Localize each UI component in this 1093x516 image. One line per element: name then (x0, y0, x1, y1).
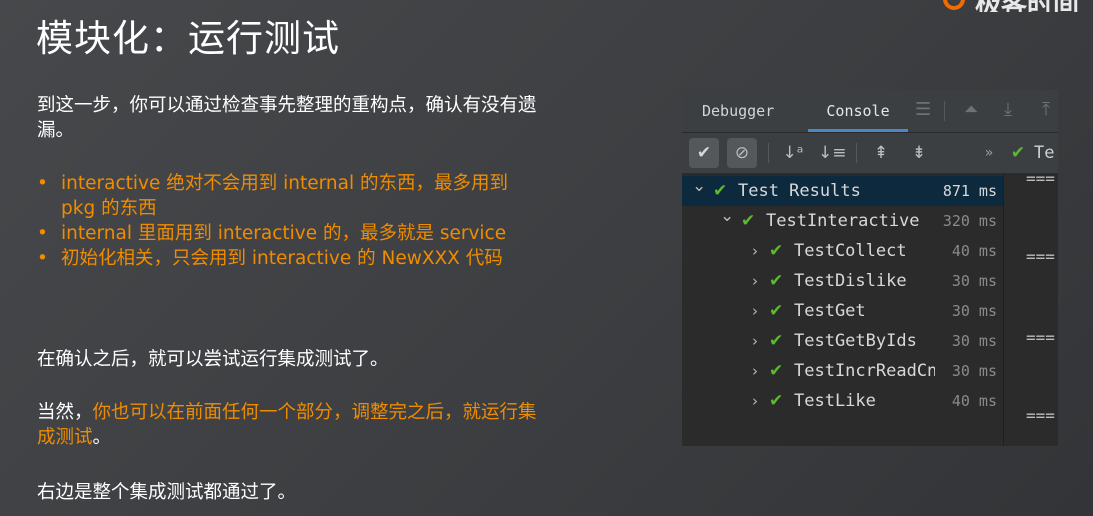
passed-check-icon: ✔ (769, 391, 784, 411)
console-line: === (1026, 169, 1055, 188)
tab-debugger[interactable]: Debugger (702, 90, 774, 132)
test-duration: 30 ms (951, 332, 997, 350)
chevron-right-icon[interactable]: › (748, 296, 762, 326)
console-line: === (1026, 247, 1055, 266)
passed-check-icon: ✔ (769, 361, 784, 381)
test-duration: 871 ms (942, 182, 997, 200)
console-output: === === === === (1004, 169, 1058, 446)
toolbar-separator (856, 143, 857, 163)
expand-all-icon[interactable]: ⇞ (868, 138, 894, 168)
test-duration: 30 ms (951, 302, 997, 320)
chevron-right-icon[interactable]: › (748, 356, 762, 386)
passed-check-icon: ✔ (769, 301, 784, 321)
console-line: === (1026, 328, 1055, 347)
chevron-down-icon[interactable]: ⌄ (692, 171, 706, 201)
tab-console[interactable]: Console (808, 90, 908, 132)
point-item: 初始化相关，只会用到 interactive 的 NewXXX 代码 (37, 246, 537, 271)
test-results-tree: ⌄ ✔ Test Results 871 ms ⌄ ✔ TestInteractive 320… (682, 176, 1003, 446)
more-chevron-icon[interactable]: » (980, 138, 998, 168)
test-result-row[interactable]: ⌄ ✔ TestInteractive 320 ms (682, 206, 1003, 236)
test-name: TestGet (794, 301, 866, 321)
test-runner-panel: Debugger Console ☰ ⏶ ⤓ ⤒ ✔ ⊘ ↓ᵃ ↓≡ ⇞ ⇟ »… (682, 90, 1058, 446)
console-line: === (1026, 406, 1055, 425)
test-result-row[interactable]: › ✔ TestGet 30 ms (682, 296, 1003, 326)
test-name: TestGetByIds (794, 331, 917, 351)
brand-logo: 极客时间 (935, 0, 1093, 12)
sort-duration-icon[interactable]: ↓≡ (818, 138, 847, 168)
chevron-right-icon[interactable]: › (748, 386, 762, 416)
tab-separator (944, 101, 945, 121)
also-text: 当然，你也可以在前面任何一个部分，调整完之后，就运行集成测试。 (37, 400, 537, 450)
test-duration: 40 ms (951, 242, 997, 260)
show-passed-toggle-icon[interactable]: ✔ (689, 138, 719, 168)
chevron-right-icon[interactable]: › (748, 266, 762, 296)
passed-check-icon: ✔ (769, 331, 784, 351)
toolbar-status-label: Te (1034, 143, 1055, 163)
test-duration: 320 ms (942, 212, 997, 230)
right-side-text: 右边是整个集成测试都通过了。 (37, 482, 297, 503)
also-suffix: 。 (92, 427, 112, 448)
chevron-right-icon[interactable]: › (748, 326, 762, 356)
chevron-right-icon[interactable]: › (748, 236, 762, 266)
intro-text: 到这一步，你可以通过检查事先整理的重构点，确认有没有遗漏。 (37, 95, 537, 141)
test-duration: 30 ms (951, 272, 997, 290)
upload-icon[interactable]: ⤒ (1042, 90, 1050, 132)
test-name: TestCollect (794, 241, 907, 261)
test-name: TestInteractive (766, 211, 920, 231)
scroll-up-icon[interactable]: ⏶ (964, 90, 978, 132)
point-item: internal 里面用到 interactive 的，最多就是 service (37, 221, 537, 246)
test-result-row[interactable]: › ✔ TestCollect 40 ms (682, 236, 1003, 266)
test-name: TestLike (794, 391, 876, 411)
test-result-row[interactable]: › ✔ TestLike 40 ms (682, 386, 1003, 416)
test-duration: 40 ms (951, 392, 997, 410)
test-toolbar: ✔ ⊘ ↓ᵃ ↓≡ ⇞ ⇟ » ✔ Te (682, 133, 1058, 173)
download-icon[interactable]: ⤓ (1004, 90, 1012, 132)
point-item: interactive 绝对不会用到 internal 的东西，最多用到 pkg… (37, 171, 537, 221)
test-duration: 30 ms (951, 362, 997, 380)
point-list: interactive 绝对不会用到 internal 的东西，最多用到 pkg… (37, 171, 537, 271)
logo-text: 极客时间 (975, 0, 1079, 12)
sort-alphabetically-icon[interactable]: ↓ᵃ (780, 138, 806, 168)
toolbar-separator (768, 143, 769, 163)
also-highlight: 你也可以在前面任何一个部分，调整完之后，就运行集成测试 (37, 402, 537, 448)
passed-check-icon: ✔ (769, 241, 784, 261)
test-name: Test Results (738, 181, 861, 201)
collapse-all-icon[interactable]: ⇟ (906, 138, 932, 168)
also-prefix: 当然， (37, 402, 93, 423)
after-confirm-text: 在确认之后，就可以尝试运行集成测试了。 (37, 349, 389, 370)
test-result-row[interactable]: › ✔ TestIncrReadCnt 30 ms (682, 356, 1003, 386)
menu-icon[interactable]: ☰ (915, 90, 931, 132)
test-result-row[interactable]: › ✔ TestDislike 30 ms (682, 266, 1003, 296)
test-name: TestDislike (794, 271, 907, 291)
slide-title: 模块化：运行测试 (36, 17, 340, 60)
show-ignored-toggle-icon[interactable]: ⊘ (727, 138, 757, 168)
tool-window-tabs: Debugger Console ☰ ⏶ ⤓ ⤒ (682, 90, 1058, 133)
test-result-row[interactable]: › ✔ TestGetByIds 30 ms (682, 326, 1003, 356)
passed-check-icon: ✔ (769, 271, 784, 291)
passed-check-icon: ✔ (1010, 143, 1026, 163)
chevron-down-icon[interactable]: ⌄ (720, 201, 734, 231)
logo-icon (943, 0, 965, 10)
passed-check-icon: ✔ (741, 211, 756, 231)
test-name: TestIncrReadCnt (794, 361, 935, 381)
